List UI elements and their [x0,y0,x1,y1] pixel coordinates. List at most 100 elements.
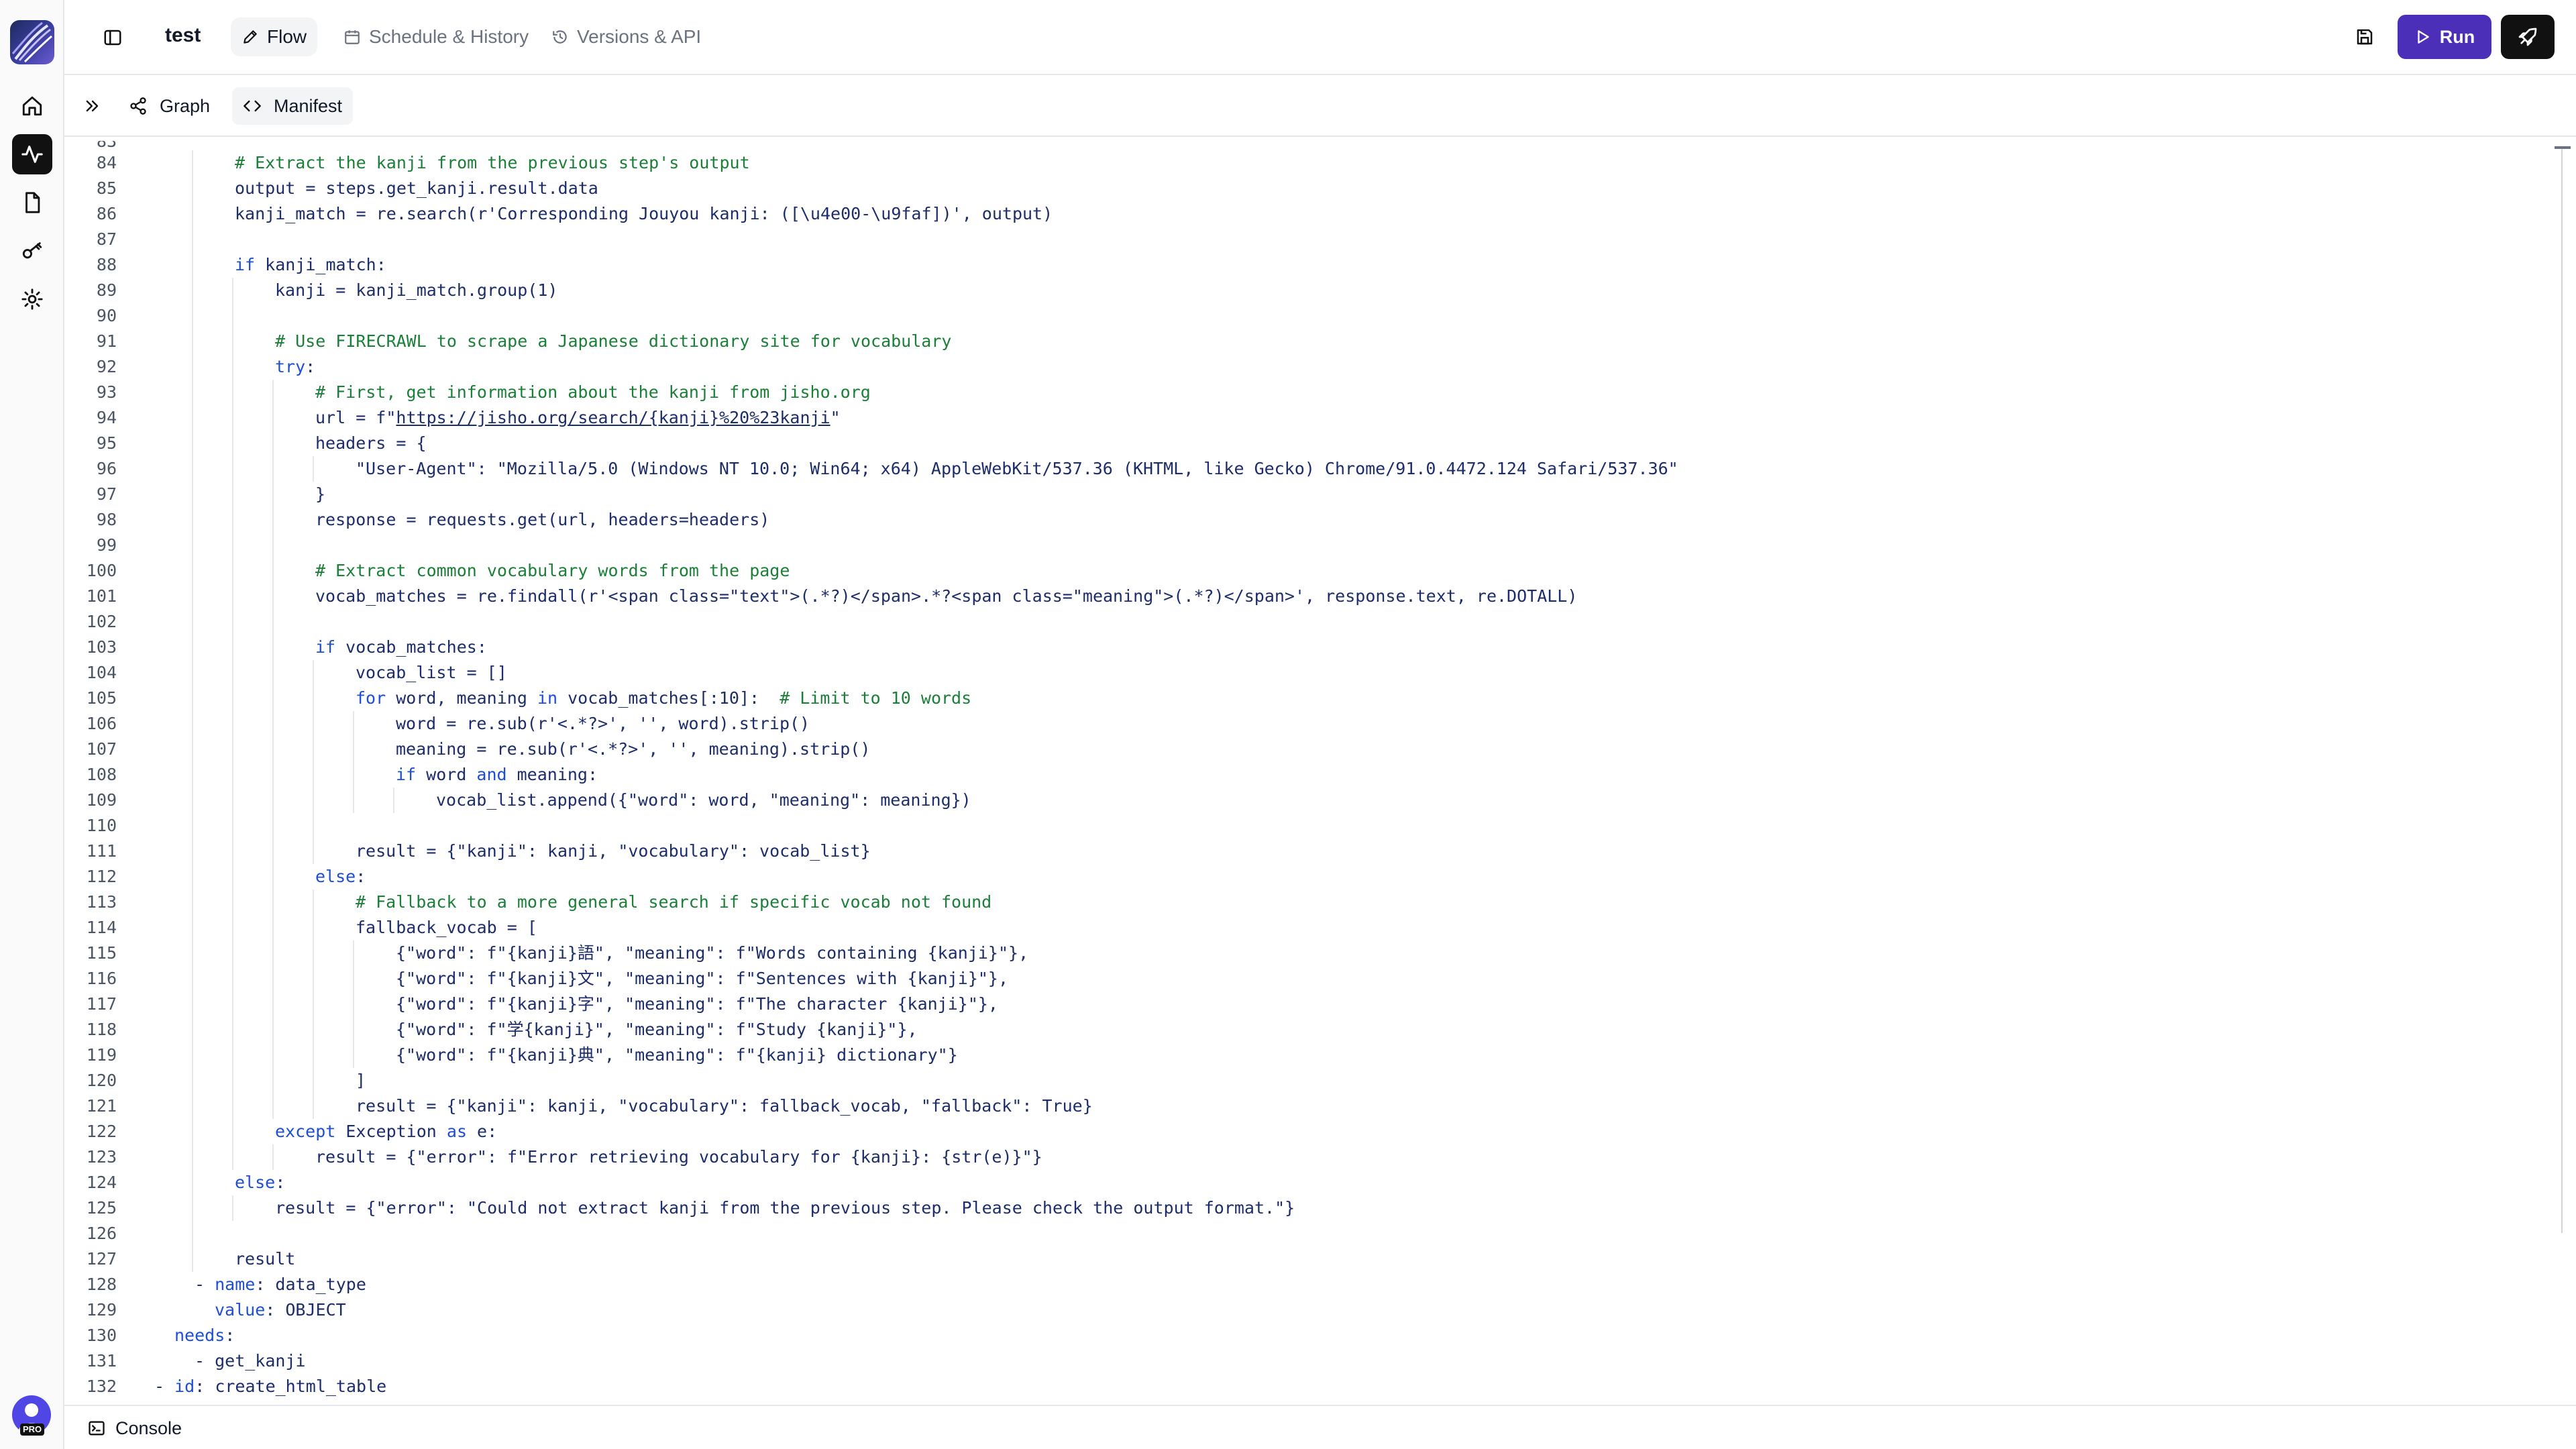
code-text: if kanji_match: [235,252,386,278]
indent-guide [192,533,193,558]
code-token: word = re.sub(r'<.*?>', '', word).strip(… [396,714,810,733]
code-token: {"word": f"学{kanji}", "meaning": f"Study… [396,1020,918,1039]
indent-guide [232,1068,233,1093]
code-comment: # Use FIRECRAWL to scrape a Japanese dic… [275,331,952,351]
code-token: Exception [335,1122,447,1141]
rail-files-button[interactable] [12,182,52,223]
indent-guide [192,176,193,201]
code-token: {"word": f"{kanji}文", "meaning": f"Sente… [396,969,1009,988]
code-token: url = f" [315,408,396,427]
run-button-label: Run [2439,26,2475,47]
code-comment: # Fallback to a more general search if s… [356,892,992,912]
code-line: 132 - id: create_html_table [64,1374,2546,1399]
manifest-code-editor[interactable]: 83 84 # Extract the kanji from the previo… [64,141,2576,1405]
indent-guide [192,966,193,991]
indent-guide [192,303,193,329]
indent-guide [192,456,193,482]
sidebar-toggle-button[interactable] [95,20,130,55]
expand-panel-button[interactable] [75,89,110,123]
code-token: result = {"error": "Could not extract ka… [275,1198,1295,1218]
indent-guide [192,1246,193,1272]
code-text: vocab_list.append({"word": word, "meanin… [436,788,971,813]
line-number: 108 [86,765,117,784]
code-line: 107 meaning = re.sub(r'<.*?>', '', meanin… [64,737,2546,762]
indent-guide [192,329,193,354]
indent-guide [272,609,274,635]
console-label: Console [115,1417,182,1438]
indent-guide [313,991,314,1017]
code-token: result = {"kanji": kanji, "vocabulary": … [356,1096,1093,1116]
tab-schedule-history[interactable]: Schedule & History [333,17,539,56]
indent-guide [272,635,274,660]
code-keyword: if [396,765,417,784]
line-number: 90 [96,306,117,325]
indent-guide [353,1017,354,1042]
activity-icon [21,146,43,163]
tab-graph[interactable]: Graph [118,87,221,125]
code-token: result = {"kanji": kanji, "vocabulary": … [356,841,871,861]
code-token: : OBJECT [265,1300,346,1320]
code-line: 105 for word, meaning in vocab_matches[:1… [64,686,2546,711]
indent-guide [232,609,233,635]
indent-guide [192,278,193,303]
code-text: result [235,1246,295,1272]
rail-keys-button[interactable] [12,231,52,271]
code-text: else: [235,1170,285,1195]
deploy-button[interactable] [2501,15,2555,59]
code-link[interactable]: https://jisho.org/search/{kanji}%20%23ka… [396,408,830,427]
indent-guide [272,1144,274,1170]
indent-guide [272,839,274,864]
code-token: kanji = kanji_match.group(1) [275,280,558,300]
code-line: 109 vocab_list.append({"word": word, "mea… [64,788,2546,813]
tab-schedule-history-label: Schedule & History [369,26,529,47]
tab-manifest[interactable]: Manifest [232,87,354,125]
indent-guide [232,915,233,941]
console-toggle-button[interactable]: Console [87,1414,182,1442]
indent-guide [232,737,233,762]
app-logo[interactable] [10,20,54,64]
line-number: 120 [86,1071,117,1090]
indent-guide [353,941,354,966]
indent-guide [272,507,274,533]
indent-guide [232,839,233,864]
indent-guide [353,737,354,762]
line-number: 119 [86,1045,117,1065]
project-title: test [165,24,201,46]
line-number: 115 [86,943,117,963]
indent-guide [192,227,193,252]
save-button[interactable] [2347,19,2383,55]
indent-guide [272,660,274,686]
code-line: 84 # Extract the kanji from the previous … [64,150,2546,176]
editor-scrollbar[interactable] [2561,146,2571,1233]
indent-guide [313,1093,314,1119]
indent-guide [192,150,193,176]
tab-flow[interactable]: Flow [231,17,318,56]
indent-guide [192,584,193,609]
indent-guide [272,482,274,507]
code-text: if word and meaning: [396,762,598,788]
indent-guide [272,584,274,609]
code-token: {"word": f"{kanji}語", "meaning": f"Words… [396,943,1029,963]
line-number: 103 [86,637,117,657]
line-number: 91 [96,331,117,351]
indent-guide [192,1119,193,1144]
code-token: : [305,357,316,376]
rail-home-button[interactable] [12,86,52,126]
rail-settings-button[interactable] [12,279,52,319]
code-comment: # Extract common vocabulary words from t… [315,561,790,580]
code-line: 97} [64,482,2546,507]
editor-scroll-thumb[interactable] [2555,146,2571,149]
code-line: 113 # Fallback to a more general search i… [64,890,2546,915]
tab-versions-api[interactable]: Versions & API [541,17,712,56]
indent-guide [192,354,193,380]
run-button[interactable]: Run [2398,15,2491,59]
line-number: 116 [86,969,117,988]
code-text: # Extract the kanji from the previous st… [235,150,750,176]
code-line: 117 {"word": f"{kanji}字", "meaning": f"Th… [64,991,2546,1017]
line-number: 101 [86,586,117,606]
indent-guide [192,507,193,533]
code-text: - name: data_type [195,1272,366,1297]
rail-activity-button[interactable] [12,134,52,174]
indent-guide [272,533,274,558]
code-token: : create_html_table [195,1377,387,1396]
